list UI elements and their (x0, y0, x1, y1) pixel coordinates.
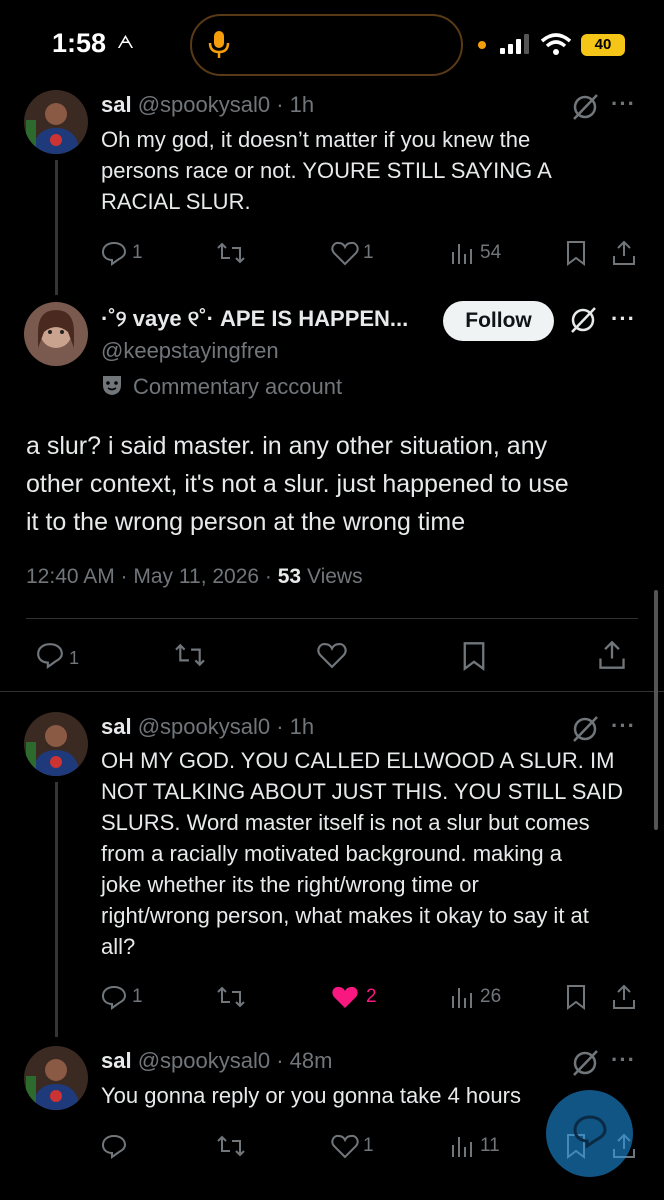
reply-icon[interactable] (101, 240, 127, 266)
tweet-text: OH MY GOD. YOU CALLED ELLWOOD A SLUR. IM… (101, 745, 623, 962)
like-icon[interactable] (331, 240, 359, 266)
cellular-icon (500, 34, 529, 54)
author-handle[interactable]: @spookysal0 · 48m (138, 1048, 333, 1073)
account-label-text: Commentary account (133, 374, 343, 399)
views-icon[interactable] (450, 984, 474, 1010)
reply-icon[interactable] (35, 641, 65, 669)
tweet-header: sal @spookysal0 · 1h (101, 714, 314, 740)
follow-button[interactable]: Follow (443, 301, 554, 341)
author-name[interactable]: sal (101, 714, 132, 739)
reply-count: 1 (132, 986, 143, 1007)
avatar-image (24, 712, 88, 776)
author-handle[interactable]: @spookysal0 · 1h (138, 92, 314, 117)
timestamp-text[interactable]: 12:40 AM · May 11, 2026 · (26, 565, 278, 588)
reply-count: 1 (69, 648, 80, 668)
tweet-text: a slur? i said master. in any other situ… (26, 427, 569, 541)
tweet-line: right/wrong person, what makes it okay t… (101, 903, 589, 928)
tweet-line: persons race or not. YOURE STILL SAYING … (101, 158, 552, 183)
battery-indicator: 40 (581, 34, 625, 56)
views-count: 54 (480, 242, 502, 263)
more-icon[interactable]: ··· (611, 1047, 636, 1073)
views-icon[interactable] (450, 1133, 474, 1159)
avatar[interactable] (24, 712, 88, 776)
tweet-header: ·˚୨ vaye ୧˚· APE IS HAPPEN... (101, 306, 408, 332)
grok-icon[interactable] (570, 92, 600, 122)
avatar[interactable] (24, 1046, 88, 1110)
mic-icon (208, 31, 230, 58)
tweet-text: You gonna reply or you gonna take 4 hour… (101, 1080, 521, 1111)
tweet-header: sal @spookysal0 · 48m (101, 1048, 332, 1074)
thread-line (55, 160, 58, 295)
like-count: 2 (366, 986, 377, 1007)
bookmark-icon[interactable] (565, 240, 587, 266)
more-icon[interactable]: ··· (611, 91, 636, 117)
commentary-label-icon (103, 376, 121, 395)
author-handle[interactable]: @keepstayingfren (101, 338, 279, 364)
share-icon[interactable] (598, 640, 626, 670)
tweet-line: RACIAL SLUR. (101, 189, 251, 214)
tweet-timestamp: 12:40 AM · May 11, 2026 · 53 Views (26, 565, 363, 589)
tweet-line: You gonna reply or you gonna take 4 hour… (101, 1083, 521, 1108)
tweet-line: joke whether its the right/wrong time or (101, 872, 479, 897)
views-number: 53 (277, 565, 302, 588)
views-count: 11 (480, 1135, 500, 1156)
like-icon-active[interactable] (331, 984, 359, 1010)
author-name[interactable]: ·˚୨ vaye ୧˚· APE IS HAPPEN... (101, 306, 408, 331)
share-icon[interactable] (612, 984, 636, 1010)
status-time: 1:58 (52, 28, 107, 58)
tweet-text: Oh my god, it doesn’t matter if you knew… (101, 124, 552, 217)
tweet-header: sal @spookysal0 · 1h (101, 92, 314, 118)
grok-icon[interactable] (570, 714, 600, 744)
more-icon[interactable]: ··· (611, 306, 636, 332)
views-count: 26 (480, 986, 502, 1007)
wifi-icon (541, 33, 571, 55)
author-handle-text[interactable]: @keepstayingfren (101, 338, 279, 363)
tweet-line: SLURS. Word master itself is not a slur … (101, 810, 590, 835)
tweet-line: NOT TALKING ABOUT JUST THIS. YOU STILL S… (101, 779, 624, 804)
avatar[interactable] (24, 302, 88, 366)
avatar-image (24, 1046, 88, 1110)
reply-icon[interactable] (101, 1133, 127, 1159)
status-bar: 1:58 ᗅ 40 (0, 0, 664, 90)
thread-line (55, 782, 58, 1037)
scrollbar[interactable] (654, 590, 658, 830)
retweet-icon[interactable] (216, 1133, 246, 1159)
account-label[interactable]: Commentary account (133, 374, 342, 400)
like-count: 1 (363, 242, 374, 263)
avatar-image (24, 90, 88, 154)
tweet-line: from a racially motivated background. ma… (101, 841, 562, 866)
author-name[interactable]: sal (101, 92, 132, 117)
tweet-line: all? (101, 934, 136, 959)
share-icon[interactable] (612, 240, 636, 266)
bookmark-icon[interactable] (461, 641, 487, 671)
tweet-line: other context, it's not a slur. just hap… (26, 470, 569, 498)
divider (0, 691, 664, 692)
tweet-line: it to the wrong person at the wrong time (26, 508, 466, 536)
grok-icon[interactable] (570, 1048, 600, 1078)
retweet-icon[interactable] (216, 240, 246, 266)
privacy-dot (478, 41, 486, 49)
more-icon[interactable]: ··· (611, 713, 636, 739)
bookmark-icon[interactable] (565, 984, 587, 1010)
views-icon[interactable] (450, 240, 474, 266)
divider (26, 618, 638, 619)
grok-icon[interactable] (568, 305, 598, 335)
like-icon[interactable] (316, 641, 348, 669)
views-label: Views (301, 565, 363, 588)
author-name[interactable]: sal (101, 1048, 132, 1073)
like-icon[interactable] (331, 1133, 359, 1159)
tweet-line: Oh my god, it doesn’t matter if you knew… (101, 127, 531, 152)
reply-icon[interactable] (101, 984, 127, 1010)
author-handle[interactable]: @spookysal0 · 1h (138, 714, 314, 739)
tweet-line: OH MY GOD. YOU CALLED ELLWOOD A SLUR. IM (101, 748, 615, 773)
retweet-icon[interactable] (173, 641, 207, 669)
like-count: 1 (363, 1135, 374, 1156)
tweet-line: a slur? i said master. in any other situ… (26, 432, 548, 460)
avatar[interactable] (24, 90, 88, 154)
reply-count: 1 (132, 242, 143, 263)
retweet-icon[interactable] (216, 984, 246, 1010)
status-tag: ᗅ (117, 32, 134, 52)
avatar-image (24, 302, 88, 366)
compose-icon (573, 1115, 607, 1149)
